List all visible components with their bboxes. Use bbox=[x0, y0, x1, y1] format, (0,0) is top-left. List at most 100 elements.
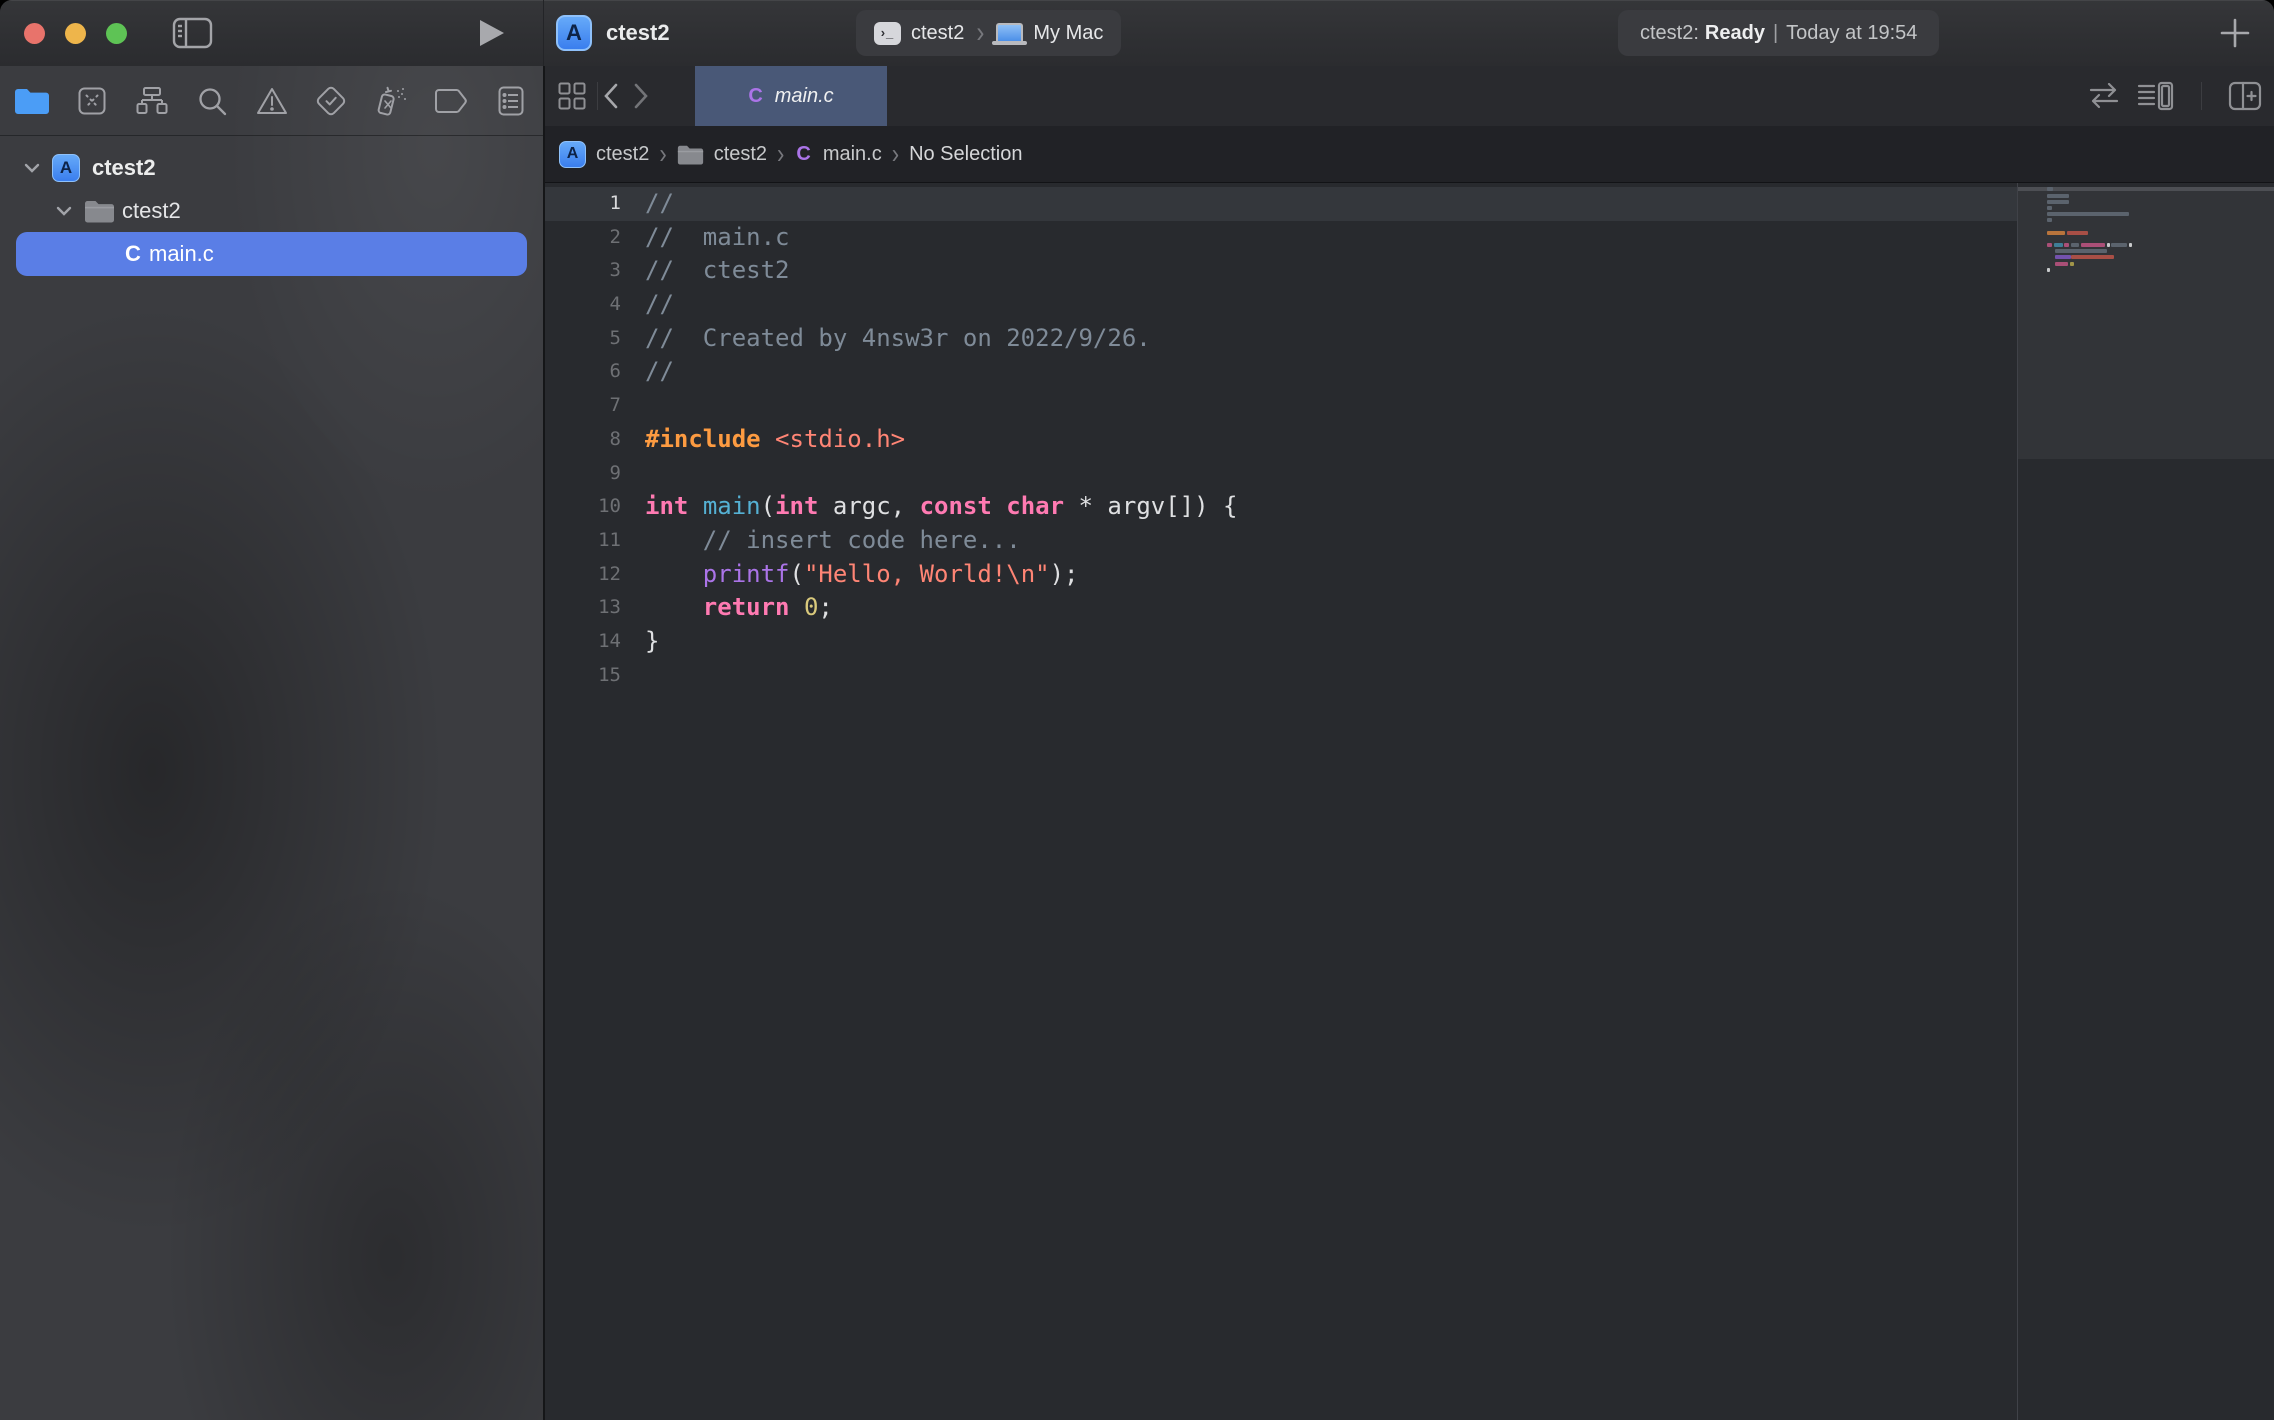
code-line[interactable]: 7 bbox=[545, 389, 2017, 423]
go-back-icon[interactable] bbox=[603, 83, 619, 109]
minimap-code-bar bbox=[2055, 262, 2068, 266]
minimap-code-bar bbox=[2111, 243, 2127, 247]
project-navigator-icon[interactable] bbox=[10, 79, 54, 123]
code-line[interactable]: 3 // ctest2 bbox=[545, 254, 2017, 288]
breakpoint-navigator-icon[interactable] bbox=[429, 79, 473, 123]
test-navigator-icon[interactable] bbox=[309, 79, 353, 123]
source-control-navigator-icon[interactable] bbox=[70, 79, 114, 123]
line-number[interactable]: 15 bbox=[545, 659, 621, 693]
code-line[interactable]: 13 return 0; bbox=[545, 591, 2017, 625]
chevron-separator-icon: › bbox=[767, 138, 794, 171]
disclosure-chevron-icon[interactable] bbox=[56, 206, 72, 216]
code-line[interactable]: 4// bbox=[545, 288, 2017, 322]
code-text: // Created by 4nsw3r on 2022/9/26. bbox=[645, 322, 1151, 356]
code-line[interactable]: 9 bbox=[545, 457, 2017, 491]
jumpbar-item-file[interactable]: C main.c bbox=[794, 143, 881, 166]
jumpbar-item-selection[interactable]: No Selection bbox=[909, 143, 1022, 166]
minimap-code-bar bbox=[2047, 268, 2050, 272]
code-line[interactable]: 15 bbox=[545, 659, 2017, 693]
status-time: Today at 19:54 bbox=[1786, 22, 1917, 45]
code-line[interactable]: 5 // Created by 4nsw3r on 2022/9/26. bbox=[545, 322, 2017, 356]
tree-item-group[interactable]: ctest2 bbox=[0, 189, 543, 232]
code-line[interactable]: 11 // insert code here... bbox=[545, 524, 2017, 558]
code-line[interactable]: 12 printf("Hello, World!\n"); bbox=[545, 558, 2017, 592]
minimap-current-line bbox=[2018, 187, 2274, 191]
line-number[interactable]: 1 bbox=[545, 187, 621, 221]
minimap-code-bar bbox=[2081, 243, 2105, 247]
tree-item-project[interactable]: A ctest2 bbox=[0, 146, 543, 189]
line-number[interactable]: 7 bbox=[545, 389, 621, 423]
minimap-code-bar bbox=[2055, 255, 2071, 259]
minimap-code-bar bbox=[2070, 262, 2074, 266]
go-forward-icon[interactable] bbox=[633, 83, 649, 109]
traffic-lights bbox=[24, 23, 127, 44]
find-navigator-icon[interactable] bbox=[190, 79, 234, 123]
status-state: Ready bbox=[1705, 22, 1765, 45]
jumpbar-label: main.c bbox=[823, 143, 882, 166]
line-number[interactable]: 11 bbox=[545, 524, 621, 558]
code-line[interactable]: 10 int main(int argc, const char * argv[]… bbox=[545, 490, 2017, 524]
jumpbar-item-project[interactable]: A ctest2 bbox=[545, 141, 649, 168]
scheme-destination[interactable]: My Mac bbox=[1033, 22, 1103, 45]
activity-status[interactable]: ctest2: Ready | Today at 19:54 bbox=[1618, 10, 1939, 56]
code-line[interactable]: 1// bbox=[545, 187, 2017, 221]
zoom-button[interactable] bbox=[106, 23, 127, 44]
source-editor[interactable]: 1//2// main.c3// ctest24//5// Created by… bbox=[545, 183, 2274, 1420]
code-line[interactable]: 6 // bbox=[545, 355, 2017, 389]
toolbar-divider bbox=[543, 0, 544, 66]
scheme-name[interactable]: ctest2 bbox=[911, 22, 964, 45]
editor-options-icon[interactable] bbox=[2137, 81, 2175, 111]
minimap-code-bar bbox=[2047, 231, 2065, 235]
report-navigator-icon[interactable] bbox=[489, 79, 533, 123]
chevron-separator-icon: › bbox=[974, 16, 986, 51]
minimap-code-bar bbox=[2055, 249, 2107, 253]
disclosure-chevron-icon[interactable] bbox=[24, 163, 40, 173]
minimize-button[interactable] bbox=[65, 23, 86, 44]
code-line[interactable]: 8#include <stdio.h> bbox=[545, 423, 2017, 457]
xcode-window: A ctest2 ctest2 › My Mac ctest2: Ready |… bbox=[0, 0, 2274, 1420]
code-line[interactable]: 14} bbox=[545, 625, 2017, 659]
scheme-selector[interactable]: ctest2 › My Mac bbox=[856, 10, 1121, 56]
line-number[interactable]: 14 bbox=[545, 625, 621, 659]
sidebar-toggle-icon[interactable] bbox=[172, 17, 213, 49]
library-add-button[interactable] bbox=[2218, 16, 2252, 50]
code-text: int main(int argc, const char * argv[]) … bbox=[645, 490, 1237, 524]
tree-item-label: ctest2 bbox=[122, 198, 181, 224]
minimap[interactable] bbox=[2017, 183, 2274, 1420]
close-button[interactable] bbox=[24, 23, 45, 44]
line-number[interactable]: 5 bbox=[545, 322, 621, 356]
folder-icon bbox=[84, 199, 115, 223]
minimap-code-bar bbox=[2071, 255, 2114, 259]
symbol-navigator-icon[interactable] bbox=[130, 79, 174, 123]
issue-navigator-icon[interactable] bbox=[250, 79, 294, 123]
line-number[interactable]: 6 bbox=[545, 355, 621, 389]
project-app-icon: A bbox=[52, 154, 80, 182]
tab-main-c[interactable]: C main.c bbox=[695, 66, 887, 126]
line-number[interactable]: 9 bbox=[545, 457, 621, 491]
tab-bar: C main.c bbox=[545, 66, 2274, 127]
line-number[interactable]: 2 bbox=[545, 221, 621, 255]
line-number[interactable]: 4 bbox=[545, 288, 621, 322]
line-number[interactable]: 10 bbox=[545, 490, 621, 524]
add-editor-icon[interactable] bbox=[2228, 81, 2262, 111]
minimap-code-bar bbox=[2107, 243, 2110, 247]
folder-icon bbox=[677, 144, 704, 165]
code-line[interactable]: 2// main.c bbox=[545, 221, 2017, 255]
line-number[interactable]: 13 bbox=[545, 591, 621, 625]
code-lines[interactable]: 1//2// main.c3// ctest24//5// Created by… bbox=[545, 187, 2017, 692]
jumpbar-item-group[interactable]: ctest2 bbox=[677, 143, 767, 166]
project-navigator-tree: A ctest2 ctest2 C main.c bbox=[0, 146, 543, 276]
code-text: // ctest2 bbox=[645, 254, 790, 288]
code-text: // bbox=[645, 355, 674, 389]
code-review-icon[interactable] bbox=[2087, 83, 2121, 109]
related-items-icon[interactable] bbox=[557, 81, 587, 111]
debug-navigator-icon[interactable] bbox=[369, 79, 413, 123]
run-button[interactable] bbox=[478, 19, 504, 47]
minimap-code-bar bbox=[2071, 243, 2079, 247]
line-number[interactable]: 8 bbox=[545, 423, 621, 457]
tree-item-file-selected[interactable]: C main.c bbox=[16, 232, 527, 276]
minimap-code-bar bbox=[2047, 206, 2052, 210]
line-number[interactable]: 3 bbox=[545, 254, 621, 288]
c-file-icon: C bbox=[748, 85, 762, 108]
line-number[interactable]: 12 bbox=[545, 558, 621, 592]
